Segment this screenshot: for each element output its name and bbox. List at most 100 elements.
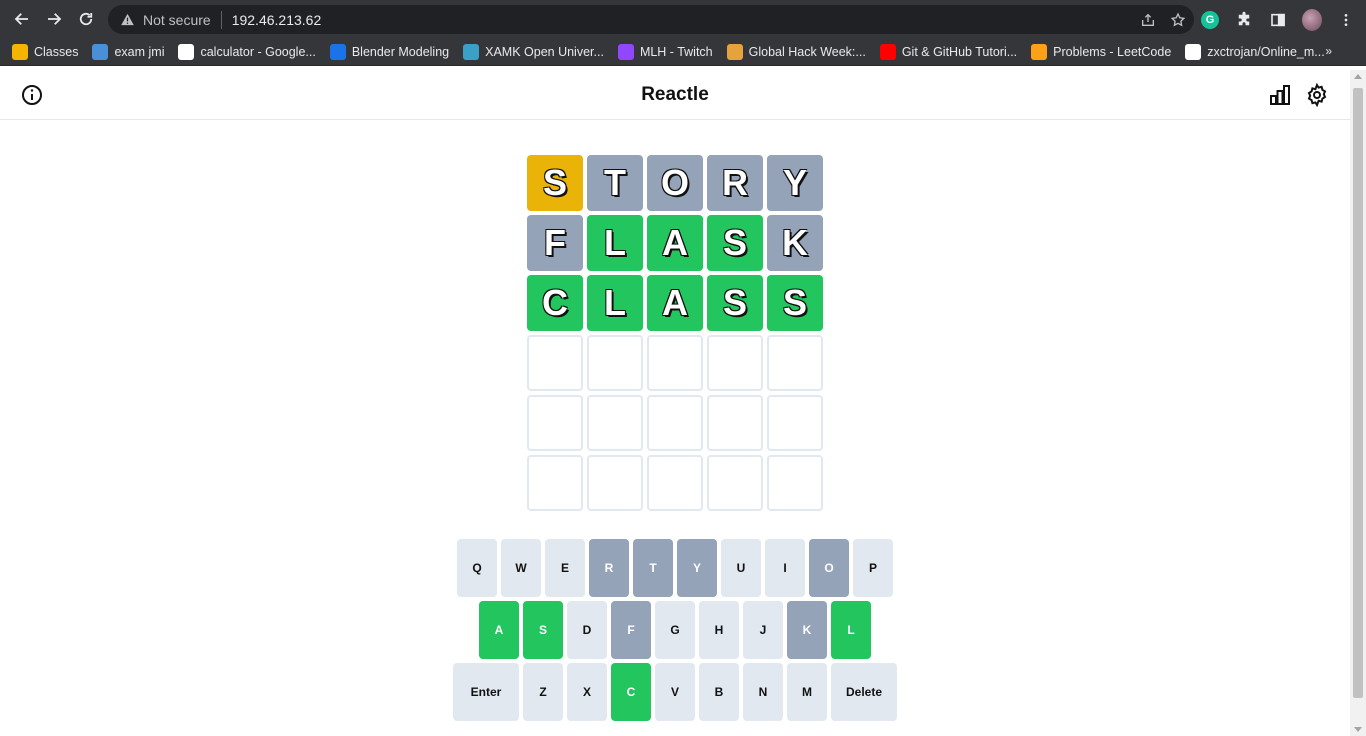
key-g[interactable]: G <box>655 601 695 659</box>
bookmark-label: Global Hack Week:... <box>748 44 866 59</box>
key-h[interactable]: H <box>699 601 739 659</box>
grid-cell: Y <box>767 155 823 211</box>
key-p[interactable]: P <box>853 539 893 597</box>
key-enter[interactable]: Enter <box>453 663 519 721</box>
bar-chart-icon <box>1270 85 1290 105</box>
bookmark-item[interactable]: Global Hack Week:... <box>726 43 866 60</box>
key-n[interactable]: N <box>743 663 783 721</box>
key-f[interactable]: F <box>611 601 651 659</box>
scroll-thumb[interactable] <box>1353 88 1363 698</box>
page-title: Reactle <box>641 84 709 105</box>
extensions-button[interactable] <box>1234 10 1254 30</box>
key-t[interactable]: T <box>633 539 673 597</box>
share-icon[interactable] <box>1140 12 1156 28</box>
grid-cell: T <box>587 155 643 211</box>
bookmark-item[interactable]: Git & GitHub Tutori... <box>879 43 1018 60</box>
reload-button[interactable] <box>70 3 102 35</box>
key-a[interactable]: A <box>479 601 519 659</box>
key-k[interactable]: K <box>787 601 827 659</box>
grid-cell: O <box>647 155 703 211</box>
bookmark-item[interactable]: Classes <box>12 43 79 60</box>
warning-icon <box>121 13 134 26</box>
security-label: Not secure <box>143 11 211 28</box>
grammarly-icon: G <box>1201 10 1219 29</box>
key-u[interactable]: U <box>721 539 761 597</box>
scroll-up-arrow-icon[interactable] <box>1354 74 1362 79</box>
key-b[interactable]: B <box>699 663 739 721</box>
key-e[interactable]: E <box>545 539 585 597</box>
bookmark-item[interactable]: XAMK Open Univer... <box>463 43 604 60</box>
profile-button[interactable] <box>1302 8 1322 31</box>
statistics-button[interactable] <box>1268 83 1292 107</box>
key-l[interactable]: L <box>831 601 871 659</box>
menu-button[interactable] <box>1336 10 1356 30</box>
key-i[interactable]: I <box>765 539 805 597</box>
back-button[interactable] <box>6 3 38 35</box>
grid-cell: K <box>767 215 823 271</box>
bookmark-item[interactable]: calculator - Google... <box>178 43 316 60</box>
page-scrollbar[interactable] <box>1350 70 1366 736</box>
settings-button[interactable] <box>1305 82 1329 108</box>
bookmark-star-icon[interactable] <box>1170 11 1186 28</box>
security-indicator[interactable]: Not secure <box>120 12 211 28</box>
url-text[interactable]: 192.46.213.62 <box>232 12 322 28</box>
grid-cell <box>707 455 763 511</box>
scroll-down-arrow-icon[interactable] <box>1354 727 1362 732</box>
key-r[interactable]: R <box>589 539 629 597</box>
address-separator <box>220 10 222 29</box>
bookmark-label: Git & GitHub Tutori... <box>901 44 1018 59</box>
key-c[interactable]: C <box>611 663 651 721</box>
grid-cell: S <box>707 275 763 331</box>
grid-cell <box>527 395 583 451</box>
forward-button[interactable] <box>38 3 70 35</box>
key-w[interactable]: W <box>501 539 541 597</box>
gear-icon <box>1307 82 1327 108</box>
key-y[interactable]: Y <box>677 539 717 597</box>
browser-toolbar: Not secure 192.46.213.62 G <box>0 0 1366 38</box>
key-delete[interactable]: Delete <box>831 663 897 721</box>
grid-cell <box>587 455 643 511</box>
grid-cell <box>587 395 643 451</box>
reload-icon <box>79 12 93 26</box>
grammarly-extension[interactable]: G <box>1200 10 1220 30</box>
bookmark-label: Classes <box>34 44 79 59</box>
grid-cell: S <box>767 275 823 331</box>
bookmark-label: Blender Modeling <box>351 44 450 59</box>
ghw-icon <box>726 43 743 60</box>
translate-icon <box>329 43 346 60</box>
key-j[interactable]: J <box>743 601 783 659</box>
bookmark-item[interactable]: Blender Modeling <box>329 43 450 60</box>
bookmark-item[interactable]: zxctrojan/Online_m... <box>1185 43 1325 60</box>
grid-cell <box>527 335 583 391</box>
youtube-icon <box>879 43 896 60</box>
guess-grid: STORYFLASKCLASS <box>527 155 823 511</box>
bookmark-item[interactable]: exam jmi <box>92 43 165 60</box>
key-q[interactable]: Q <box>457 539 497 597</box>
bookmarks-overflow-button[interactable]: » <box>1325 44 1332 58</box>
grid-cell: F <box>527 215 583 271</box>
side-panel-button[interactable] <box>1268 10 1288 30</box>
key-o[interactable]: O <box>809 539 849 597</box>
grid-cell: A <box>647 275 703 331</box>
key-m[interactable]: M <box>787 663 827 721</box>
grid-cell: S <box>707 215 763 271</box>
key-v[interactable]: V <box>655 663 695 721</box>
bookmark-item[interactable]: Problems - LeetCode <box>1031 43 1171 60</box>
key-s[interactable]: S <box>523 601 563 659</box>
bookmark-label: XAMK Open Univer... <box>485 44 604 59</box>
bookmark-label: exam jmi <box>114 44 165 59</box>
address-bar[interactable]: Not secure 192.46.213.62 <box>108 5 1194 34</box>
twitch-icon <box>617 43 634 60</box>
grid-cell <box>767 395 823 451</box>
keyboard-row: Enter Z X C V B N M Delete <box>0 663 1350 721</box>
bookmark-label: calculator - Google... <box>200 44 316 59</box>
kebab-menu-icon <box>1344 13 1348 26</box>
bookmark-item[interactable]: MLH - Twitch <box>617 43 713 60</box>
side-panel-icon <box>1271 13 1285 26</box>
key-z[interactable]: Z <box>523 663 563 721</box>
back-arrow-icon <box>14 13 28 25</box>
github-icon <box>1185 43 1202 60</box>
key-x[interactable]: X <box>567 663 607 721</box>
key-d[interactable]: D <box>567 601 607 659</box>
grid-cell <box>767 335 823 391</box>
